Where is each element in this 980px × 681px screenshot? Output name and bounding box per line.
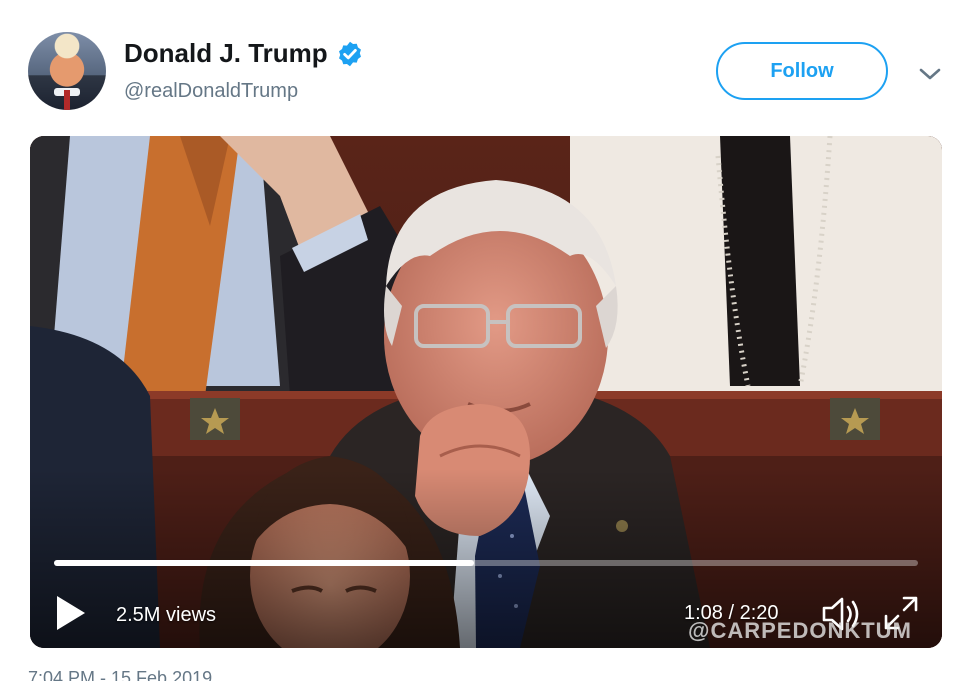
chevron-down-icon[interactable] bbox=[918, 64, 942, 84]
display-name-text[interactable]: Donald J. Trump bbox=[124, 38, 328, 69]
video-player[interactable]: 2.5M views 1:08 / 2:20 @CARPEDONKTUM bbox=[30, 136, 942, 648]
follow-button[interactable]: Follow bbox=[716, 42, 888, 100]
verified-badge-icon bbox=[338, 41, 361, 66]
progress-fill bbox=[54, 560, 474, 566]
display-name[interactable]: Donald J. Trump bbox=[124, 38, 364, 69]
user-handle[interactable]: @realDonaldTrump bbox=[124, 80, 298, 103]
tweet-timestamp[interactable]: 7:04 PM - 15 Feb 2019 bbox=[28, 668, 212, 681]
play-icon[interactable] bbox=[54, 594, 88, 632]
video-frame bbox=[30, 136, 942, 648]
progress-bar[interactable] bbox=[54, 560, 918, 566]
video-watermark: @CARPEDONKTUM bbox=[688, 618, 912, 643]
avatar[interactable] bbox=[28, 32, 106, 110]
tweet-header: Donald J. Trump @realDonaldTrump Follow bbox=[0, 0, 980, 130]
view-count: 2.5M views bbox=[116, 604, 217, 626]
avatar-tie bbox=[64, 90, 70, 110]
